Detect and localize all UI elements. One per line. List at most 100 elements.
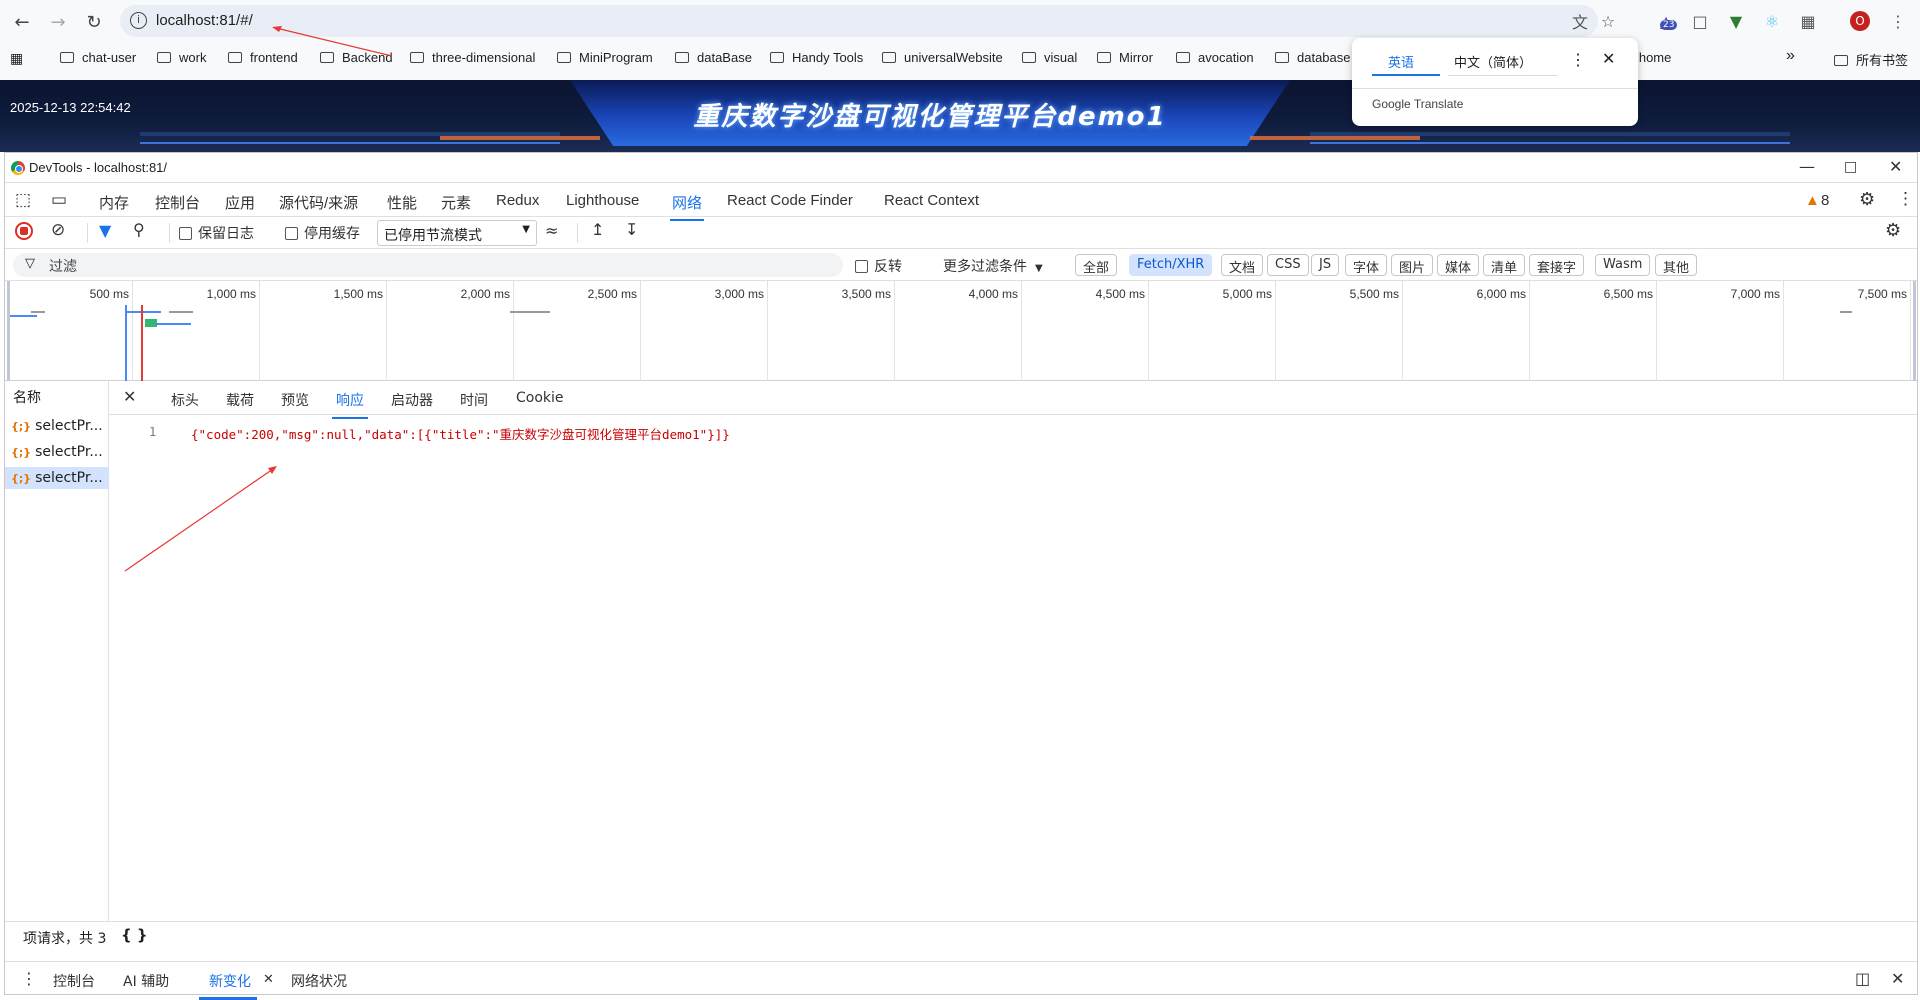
filter-input[interactable]: ▽ 过滤 <box>13 253 843 277</box>
tab-lighthouse[interactable]: Lighthouse <box>566 192 639 209</box>
tab-preview[interactable]: 预览 <box>281 390 309 410</box>
filter-type-manifest[interactable]: 清单 <box>1483 254 1526 276</box>
close-tab-icon[interactable]: ✕ <box>263 972 274 987</box>
drawer-tab-network-conditions[interactable]: 网络状况 <box>291 971 347 991</box>
filter-type-font[interactable]: 字体 <box>1345 254 1388 276</box>
more-options-icon[interactable]: ⋮ <box>1570 50 1586 70</box>
bookmarks-overflow-button[interactable]: » <box>1786 47 1795 65</box>
export-har-icon[interactable]: ↧ <box>625 220 638 239</box>
react-devtools-icon[interactable]: ⚛ <box>1760 9 1784 33</box>
filter-type-css[interactable]: CSS <box>1267 254 1309 276</box>
checkbox[interactable] <box>285 227 298 240</box>
tab-network[interactable]: 网络 <box>669 192 705 221</box>
import-har-icon[interactable]: ↥ <box>591 220 604 239</box>
tab-initiator[interactable]: 启动器 <box>391 390 433 410</box>
bookmark-folder[interactable]: database <box>1275 50 1351 65</box>
warning-icon[interactable]: ▲ <box>1805 192 1820 209</box>
network-settings-gear-icon[interactable]: ⚙ <box>1885 220 1901 241</box>
close-icon[interactable]: ✕ <box>1602 49 1615 69</box>
reload-icon[interactable]: ↻ <box>80 8 108 36</box>
filter-type-doc[interactable]: 文档 <box>1221 254 1264 276</box>
bookmark-folder[interactable]: visual <box>1022 50 1077 65</box>
filter-funnel-icon[interactable]: ▼ <box>99 221 111 240</box>
translate-tab-chinese[interactable]: 中文（简体） <box>1454 52 1532 71</box>
tab-elements[interactable]: 元素 <box>441 192 471 213</box>
tab-react-code-finder[interactable]: React Code Finder <box>727 192 853 209</box>
translate-icon[interactable]: 文 <box>1568 9 1592 33</box>
search-icon[interactable]: ⚲ <box>133 220 145 239</box>
throttling-select[interactable]: 已停用节流模式 ▼ <box>377 220 537 246</box>
response-body[interactable]: {"code":200,"msg":null,"data":[{"title":… <box>191 424 730 443</box>
url-text[interactable]: localhost:81/#/ <box>156 12 253 29</box>
preserve-log-checkbox[interactable]: 保留日志 <box>179 223 254 243</box>
extensions-puzzle-icon[interactable]: ▦ <box>1796 9 1820 33</box>
tab-response[interactable]: 响应 <box>332 390 368 419</box>
apps-grid-icon[interactable]: ▦ <box>10 50 23 67</box>
tab-performance[interactable]: 性能 <box>387 192 417 213</box>
bookmark-folder[interactable]: Mirror <box>1097 50 1153 65</box>
translate-tab-english[interactable]: 英语 <box>1388 52 1414 71</box>
network-overview-timeline[interactable]: 500 ms 1,000 ms 1,500 ms 2,000 ms 2,500 … <box>5 281 1917 381</box>
filter-type-fetch-xhr[interactable]: Fetch/XHR <box>1129 254 1213 276</box>
site-info-icon[interactable]: i <box>130 12 147 29</box>
profile-avatar[interactable]: O <box>1848 9 1872 33</box>
drawer-tab-console[interactable]: 控制台 <box>53 971 95 991</box>
bookmark-folder[interactable]: three-dimensional <box>410 50 535 65</box>
minimize-icon[interactable]: — <box>1799 157 1815 176</box>
bookmark-folder[interactable]: work <box>157 50 206 65</box>
extension-icon[interactable]: □ <box>1688 9 1712 33</box>
filter-type-wasm[interactable]: Wasm <box>1595 254 1651 276</box>
forward-icon[interactable]: → <box>44 8 72 36</box>
timeline-range-handle[interactable] <box>7 281 10 381</box>
record-stop-icon[interactable] <box>15 222 33 240</box>
tab-payload[interactable]: 载荷 <box>226 390 254 410</box>
bookmark-folder[interactable]: chat-user <box>60 50 136 65</box>
bookmark-star-icon[interactable]: ☆ <box>1596 9 1620 33</box>
vue-devtools-icon[interactable]: ▼ <box>1724 9 1748 33</box>
filter-type-all[interactable]: 全部 <box>1075 254 1118 276</box>
pretty-print-button[interactable]: { } <box>121 926 148 944</box>
close-detail-icon[interactable]: ✕ <box>123 387 136 406</box>
disable-cache-checkbox[interactable]: 停用缓存 <box>285 223 360 243</box>
tab-headers[interactable]: 标头 <box>171 390 199 410</box>
invert-checkbox[interactable]: 反转 <box>855 256 902 276</box>
bookmark-folder[interactable]: universalWebsite <box>882 50 1003 65</box>
settings-gear-icon[interactable]: ⚙ <box>1859 189 1875 210</box>
filter-type-other[interactable]: 其他 <box>1655 254 1698 276</box>
filter-type-media[interactable]: 媒体 <box>1437 254 1480 276</box>
maximize-icon[interactable]: □ <box>1844 159 1857 175</box>
inspect-element-icon[interactable]: ⬚ <box>15 190 31 210</box>
more-filters-dropdown[interactable]: 更多过滤条件 ▼ <box>943 256 1043 276</box>
filter-type-js[interactable]: JS <box>1311 254 1340 276</box>
response-viewer[interactable]: 1 {"code":200,"msg":null,"data":[{"title… <box>109 415 1917 921</box>
request-row[interactable]: {;} selectPr... <box>5 441 109 463</box>
browser-menu-icon[interactable]: ⋮ <box>1886 9 1910 33</box>
device-toolbar-icon[interactable]: ▭ <box>51 190 67 210</box>
devtools-menu-icon[interactable]: ⋮ <box>1897 189 1914 209</box>
clear-icon[interactable]: ⊘ <box>51 220 65 240</box>
back-icon[interactable]: ← <box>8 8 36 36</box>
drawer-tab-ai-assist[interactable]: AI 辅助 <box>123 971 169 991</box>
tab-sources[interactable]: 源代码/来源 <box>279 192 358 213</box>
bookmark-folder[interactable]: Handy Tools <box>770 50 863 65</box>
network-conditions-icon[interactable]: ≈ <box>545 221 558 240</box>
filter-type-socket[interactable]: 套接字 <box>1529 254 1585 276</box>
tab-react-context[interactable]: React Context <box>884 192 979 209</box>
tab-timing[interactable]: 时间 <box>460 390 488 410</box>
tab-redux[interactable]: Redux <box>496 192 539 209</box>
drawer-tab-whats-new[interactable]: 新变化 <box>199 971 257 1000</box>
close-window-icon[interactable]: ✕ <box>1889 157 1902 176</box>
checkbox[interactable] <box>179 227 192 240</box>
tab-cookie[interactable]: Cookie <box>516 390 564 406</box>
tab-memory[interactable]: 内存 <box>99 192 129 213</box>
tab-application[interactable]: 应用 <box>225 192 255 213</box>
bookmark-folder[interactable]: avocation <box>1176 50 1254 65</box>
timeline-range-handle[interactable] <box>1913 281 1916 381</box>
request-list-header[interactable]: 名称 <box>13 387 41 407</box>
bookmark-folder[interactable]: dataBase <box>675 50 752 65</box>
drawer-menu-icon[interactable]: ⋮ <box>21 969 37 988</box>
checkbox[interactable] <box>855 260 868 273</box>
all-bookmarks-folder[interactable]: 所有书签 <box>1834 50 1908 69</box>
warning-count[interactable]: 8 <box>1821 192 1829 209</box>
dock-side-icon[interactable]: ◫ <box>1855 969 1870 988</box>
